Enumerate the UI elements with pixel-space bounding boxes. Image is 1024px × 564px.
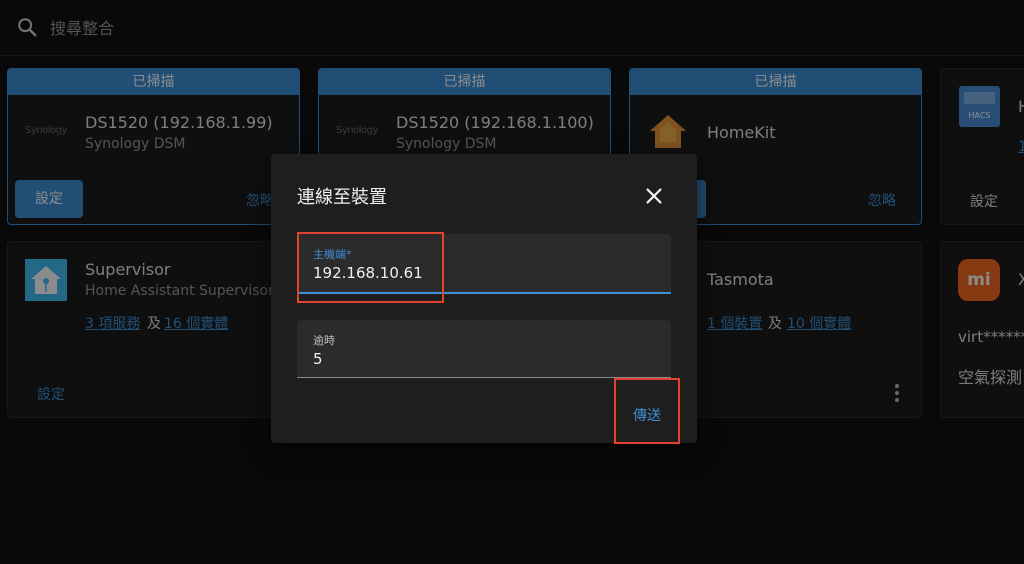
timeout-label: 逾時 <box>313 334 335 347</box>
timeout-input[interactable] <box>313 348 653 370</box>
close-icon[interactable] <box>643 185 665 207</box>
highlight-submit-button <box>614 378 680 444</box>
highlight-host-field <box>297 232 444 303</box>
timeout-field[interactable]: 逾時 <box>297 320 671 378</box>
dialog-title: 連線至裝置 <box>297 187 387 208</box>
